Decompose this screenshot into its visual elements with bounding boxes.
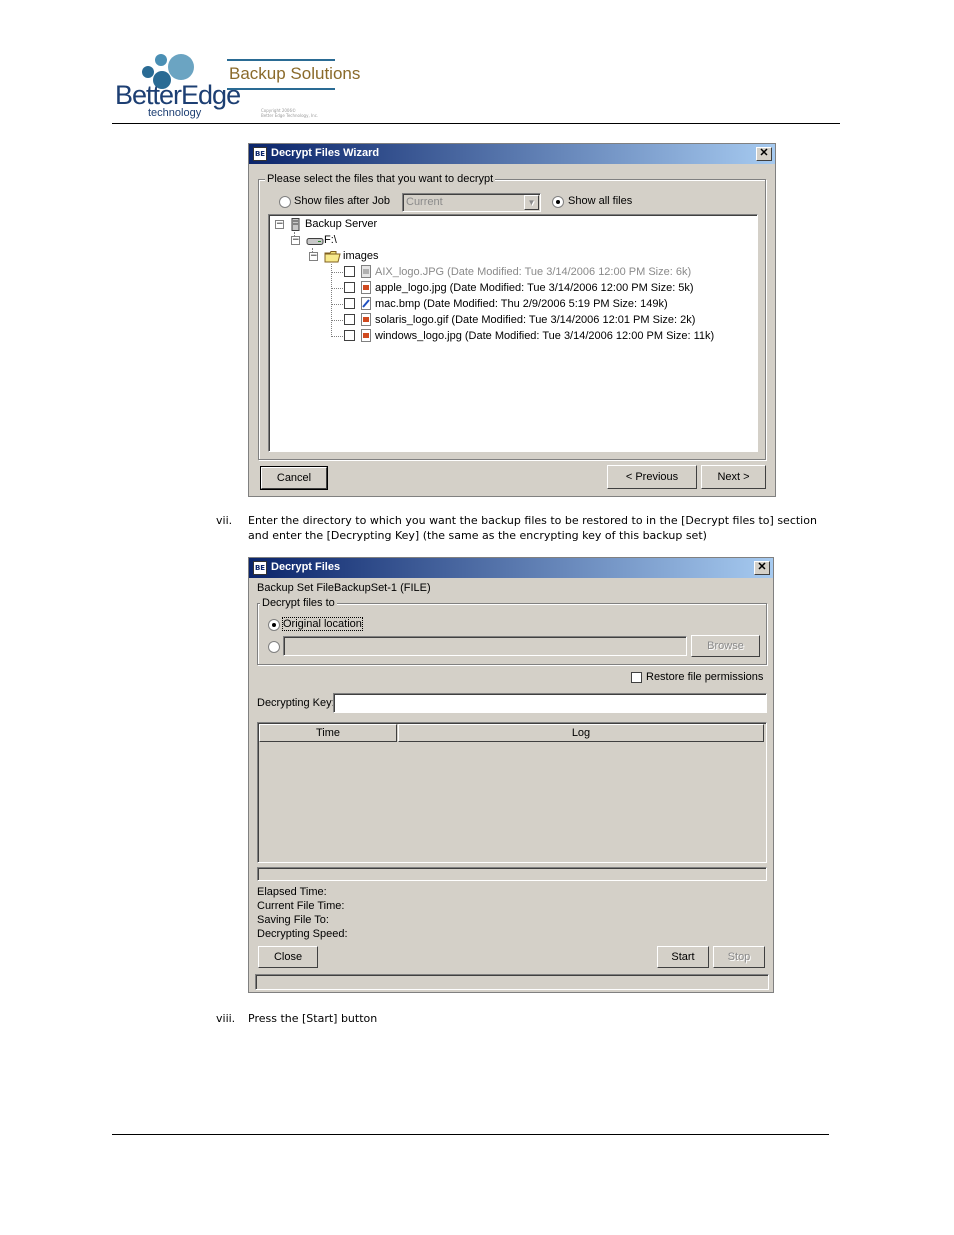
- show-all-files-label: Show all files: [568, 195, 633, 207]
- tree-folder-label[interactable]: images: [343, 250, 378, 262]
- file-checkbox[interactable]: [344, 330, 355, 341]
- job-select[interactable]: Current ▼: [402, 193, 541, 212]
- file-label[interactable]: windows_logo.jpg (Date Modified: Tue 3/1…: [375, 330, 714, 342]
- image-file-icon: [361, 329, 371, 342]
- wizard-titlebar[interactable]: BE Decrypt Files Wizard ✕: [249, 144, 775, 164]
- close-button[interactable]: Close: [258, 946, 318, 968]
- job-select-value: Current: [406, 196, 443, 208]
- product-title-rule-top: [227, 59, 335, 61]
- progress-bar: [257, 867, 767, 881]
- browse-button[interactable]: Browse: [691, 635, 760, 657]
- app-icon: BE: [253, 147, 267, 161]
- show-files-after-job-radio[interactable]: [279, 196, 291, 208]
- previous-button[interactable]: < Previous: [607, 465, 697, 489]
- time-column-header[interactable]: Time: [259, 724, 397, 742]
- folder-collapse-toggle[interactable]: −: [309, 252, 318, 261]
- step-vii-marker: vii.: [216, 514, 233, 527]
- saving-file-to-label: Saving File To:: [257, 914, 329, 926]
- file-checkbox[interactable]: [344, 298, 355, 309]
- step-viii-marker: viii.: [216, 1012, 236, 1025]
- decrypt-files-wizard-dialog: BE Decrypt Files Wizard ✕ Please select …: [248, 143, 776, 497]
- product-title-rule-bottom: [227, 88, 335, 90]
- wizard-close-button[interactable]: ✕: [756, 147, 772, 161]
- custom-location-radio[interactable]: [268, 641, 280, 653]
- file-label[interactable]: solaris_logo.gif (Date Modified: Tue 3/1…: [375, 314, 695, 326]
- status-bar: [255, 974, 769, 990]
- original-location-label: Original location: [282, 617, 363, 631]
- start-button[interactable]: Start: [657, 946, 709, 968]
- elapsed-time-label: Elapsed Time:: [257, 886, 327, 898]
- show-all-files-radio[interactable]: [552, 196, 564, 208]
- tree-root-label[interactable]: Backup Server: [305, 218, 377, 230]
- decrypt-title: Decrypt Files: [271, 561, 341, 573]
- drive-collapse-toggle[interactable]: −: [291, 236, 300, 245]
- stop-button[interactable]: Stop: [713, 946, 765, 968]
- bitmap-file-icon: [361, 297, 371, 310]
- drive-icon: [306, 238, 324, 245]
- decrypting-speed-label: Decrypting Speed:: [257, 928, 348, 940]
- file-label[interactable]: mac.bmp (Date Modified: Thu 2/9/2006 5:1…: [375, 298, 668, 310]
- restore-path-input[interactable]: [283, 636, 687, 656]
- image-file-icon: [361, 281, 371, 294]
- next-button[interactable]: Next >: [701, 465, 766, 489]
- restore-permissions-label: Restore file permissions: [646, 671, 764, 683]
- server-icon: [291, 218, 300, 231]
- chevron-down-icon: ▼: [527, 198, 536, 207]
- file-checkbox[interactable]: [344, 266, 355, 277]
- logo-subtitle: technology: [148, 107, 202, 119]
- file-label[interactable]: apple_logo.jpg (Date Modified: Tue 3/14/…: [375, 282, 694, 294]
- decrypt-files-to-label: Decrypt files to: [260, 597, 337, 609]
- image-file-icon: [361, 313, 371, 326]
- app-icon: BE: [253, 561, 267, 575]
- log-table[interactable]: Time Log: [257, 722, 767, 863]
- show-files-after-job-label: Show files after Job: [294, 195, 390, 207]
- root-collapse-toggle[interactable]: −: [275, 220, 284, 229]
- original-location-radio[interactable]: [268, 619, 280, 631]
- file-checkbox[interactable]: [344, 282, 355, 293]
- file-checkbox[interactable]: [344, 314, 355, 325]
- file-label[interactable]: AIX_logo.JPG (Date Modified: Tue 3/14/20…: [375, 266, 691, 278]
- select-files-group-label: Please select the files that you want to…: [265, 173, 496, 185]
- header-rule: [112, 123, 840, 124]
- decrypt-titlebar[interactable]: BE Decrypt Files ✕: [249, 558, 773, 578]
- image-file-icon: [361, 265, 371, 278]
- log-column-header[interactable]: Log: [398, 724, 764, 742]
- backup-set-label: Backup Set FileBackupSet-1 (FILE): [257, 582, 431, 594]
- file-tree[interactable]: − Backup Server − F:\ − images AIX_logo.…: [268, 214, 758, 452]
- restore-permissions-checkbox[interactable]: [631, 672, 642, 683]
- wizard-title: Decrypt Files Wizard: [271, 147, 380, 159]
- copyright-line-2: Better Edge Technology, Inc.: [261, 113, 319, 118]
- tree-drive-label[interactable]: F:\: [324, 234, 337, 246]
- folder-open-icon: [324, 251, 341, 263]
- footer-rule: [112, 1134, 829, 1135]
- decrypt-files-dialog: BE Decrypt Files ✕ Backup Set FileBackup…: [248, 557, 774, 993]
- step-vii-text: Enter the directory to which you want th…: [248, 514, 817, 542]
- cancel-button[interactable]: Cancel: [260, 466, 328, 490]
- company-logo: BetterEdge technology: [112, 50, 241, 122]
- current-file-time-label: Current File Time:: [257, 900, 345, 912]
- decrypting-key-label: Decrypting Key:: [257, 697, 335, 709]
- decrypting-key-input[interactable]: [333, 693, 767, 713]
- decrypt-close-button[interactable]: ✕: [754, 561, 770, 575]
- step-viii-text: Press the [Start] button: [248, 1012, 378, 1025]
- product-title: Backup Solutions: [229, 64, 361, 83]
- job-select-dropdown-button[interactable]: ▼: [524, 195, 539, 210]
